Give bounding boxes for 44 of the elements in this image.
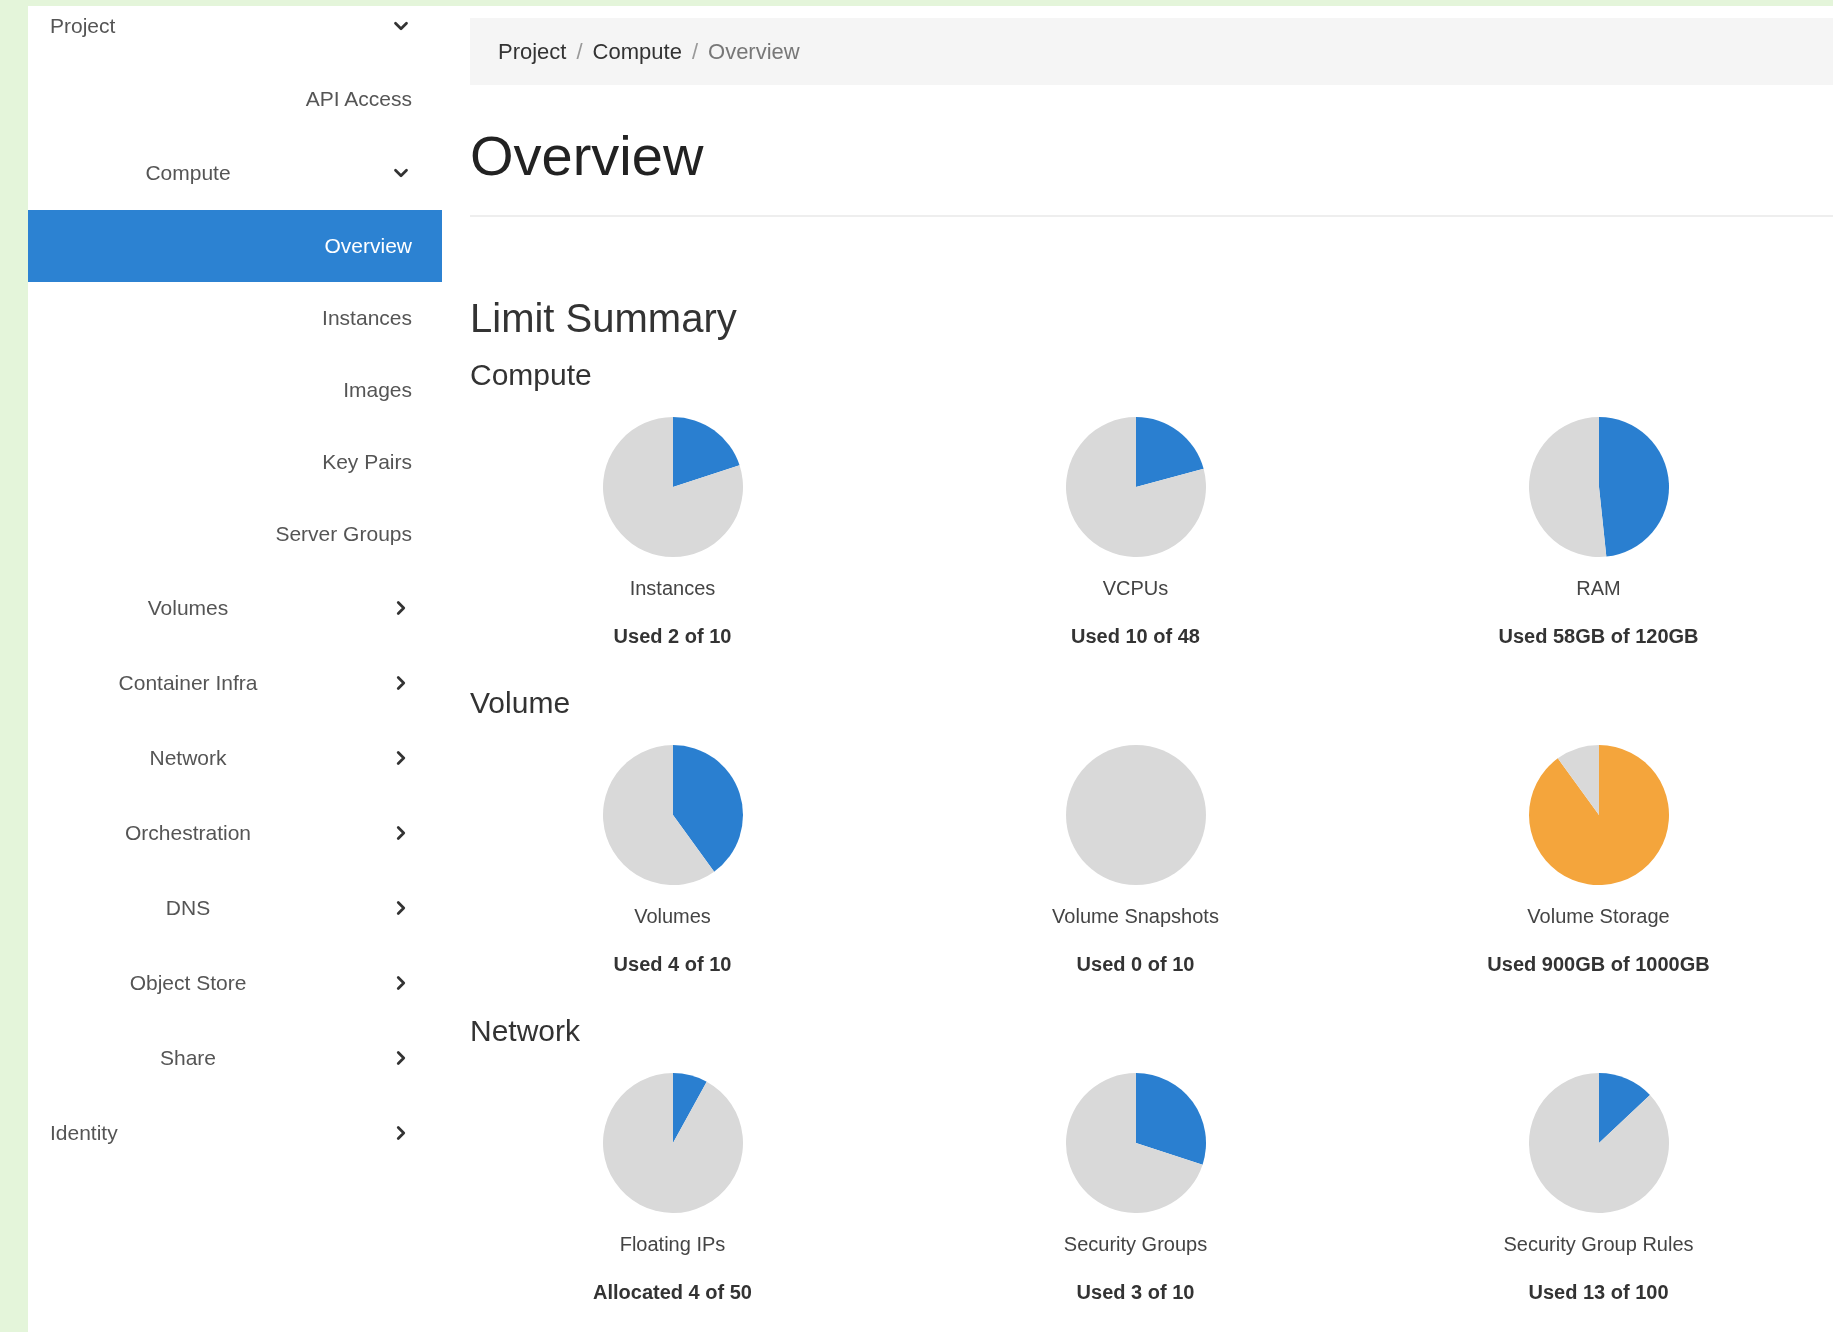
breadcrumb-separator: /	[576, 38, 583, 66]
chart-label: Security Groups	[1063, 1232, 1208, 1257]
sidebar-item[interactable]: Server Groups	[28, 498, 442, 570]
sidebar-item[interactable]: Instances	[28, 282, 442, 354]
usage-text: Used 10 of 48	[1071, 624, 1200, 649]
sidebar-section[interactable]: Identity	[28, 1095, 442, 1170]
breadcrumb-link[interactable]: Compute	[592, 35, 682, 68]
free-slice	[1557, 745, 1599, 815]
usage-text: Used 4 of 10	[613, 952, 732, 977]
chart-label: Floating IPs	[619, 1232, 726, 1257]
sidebar-item[interactable]: API Access	[28, 63, 442, 135]
chart-label: Security Group Rules	[1503, 1232, 1694, 1257]
chart-label: VCPUs	[1102, 576, 1169, 601]
chart-label: Instances	[629, 576, 716, 601]
sidebar-section[interactable]: Project	[28, 0, 442, 63]
sidebar-group[interactable]: Object Store	[28, 945, 442, 1020]
usage-text: Used 0 of 10	[1076, 952, 1195, 977]
sidebar-group[interactable]: Share	[28, 1020, 442, 1095]
sidebar-item[interactable]: Key Pairs	[28, 426, 442, 498]
usage-text: Used 13 of 100	[1528, 1280, 1669, 1305]
summary-title: Limit Summary	[470, 295, 738, 342]
sidebar-group[interactable]: Orchestration	[28, 795, 442, 870]
usage-text: Used 900GB of 1000GB	[1487, 952, 1710, 977]
sidebar-item[interactable]: Images	[28, 354, 442, 426]
breadcrumb-separator: /	[691, 38, 698, 66]
sidebar-item[interactable]: Overview	[28, 210, 442, 282]
sidebar-group[interactable]: DNS	[28, 870, 442, 945]
usage-text: Used 58GB of 120GB	[1498, 624, 1699, 649]
chart-label: Volume Snapshots	[1052, 904, 1219, 929]
usage-text: Allocated 4 of 50	[593, 1280, 752, 1305]
sidebar-group[interactable]: Network	[28, 720, 442, 795]
chart-label: Volume Storage	[1527, 904, 1670, 929]
usage-text: Used 3 of 10	[1076, 1280, 1195, 1305]
section-title: Compute	[470, 357, 593, 393]
chart-label: Volumes	[634, 904, 711, 929]
section-title: Volume	[470, 685, 572, 721]
page-title: Overview	[470, 123, 705, 189]
chart-label: RAM	[1576, 576, 1621, 601]
section-title: Network	[470, 1013, 582, 1049]
sidebar-group[interactable]: Container Infra	[28, 645, 442, 720]
usage-text: Used 2 of 10	[613, 624, 732, 649]
sidebar-group[interactable]: Compute	[28, 135, 442, 210]
sidebar-group[interactable]: Volumes	[28, 570, 442, 645]
breadcrumb-link[interactable]: Project	[498, 35, 567, 68]
